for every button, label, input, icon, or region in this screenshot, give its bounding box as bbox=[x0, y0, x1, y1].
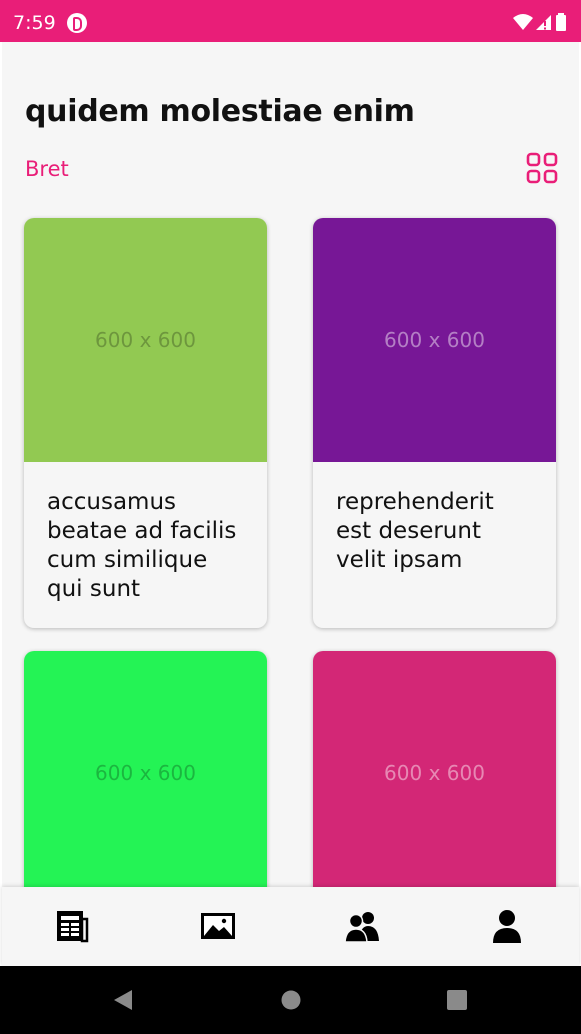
signal-icon bbox=[536, 15, 551, 30]
author-link[interactable]: Bret bbox=[25, 157, 69, 181]
users-icon[interactable] bbox=[344, 909, 380, 943]
photo-thumbnail: 600 x 600 bbox=[24, 218, 267, 462]
photo-card[interactable]: 600 x 600 accusamus beatae ad facilis cu… bbox=[24, 218, 267, 628]
home-icon[interactable] bbox=[280, 988, 302, 1017]
wifi-icon bbox=[513, 14, 533, 30]
bottom-navigation bbox=[2, 887, 579, 966]
battery-icon bbox=[556, 13, 566, 31]
recents-icon[interactable] bbox=[446, 988, 468, 1017]
thumbnail-placeholder-text: 600 x 600 bbox=[384, 328, 485, 352]
thumbnail-placeholder-text: 600 x 600 bbox=[95, 761, 196, 785]
photo-card[interactable]: 600 x 600 reprehenderit est deserunt vel… bbox=[313, 218, 556, 628]
grid-view-icon[interactable] bbox=[526, 152, 558, 184]
photo-thumbnail: 600 x 600 bbox=[313, 218, 556, 462]
notification-app-icon bbox=[67, 13, 87, 33]
thumbnail-placeholder-text: 600 x 600 bbox=[95, 328, 196, 352]
back-icon[interactable] bbox=[112, 988, 134, 1017]
profile-icon[interactable] bbox=[489, 909, 525, 943]
posts-icon[interactable] bbox=[54, 909, 90, 943]
photo-thumbnail: 600 x 600 bbox=[313, 651, 556, 895]
album-screen: quidem molestiae enim Bret 600 x 600 acc… bbox=[2, 42, 579, 966]
page-title: quidem molestiae enim bbox=[25, 94, 415, 129]
photo-title: accusamus beatae ad facilis cum similiqu… bbox=[47, 489, 237, 602]
status-icons bbox=[513, 13, 571, 31]
status-bar: 7:59 bbox=[0, 0, 581, 42]
system-navigation-bar bbox=[0, 966, 581, 1034]
thumbnail-placeholder-text: 600 x 600 bbox=[384, 761, 485, 785]
photo-thumbnail: 600 x 600 bbox=[24, 651, 267, 895]
status-time: 7:59 bbox=[13, 12, 56, 34]
photos-icon[interactable] bbox=[200, 909, 236, 943]
photo-title: reprehenderit est deserunt velit ipsam bbox=[336, 489, 494, 573]
